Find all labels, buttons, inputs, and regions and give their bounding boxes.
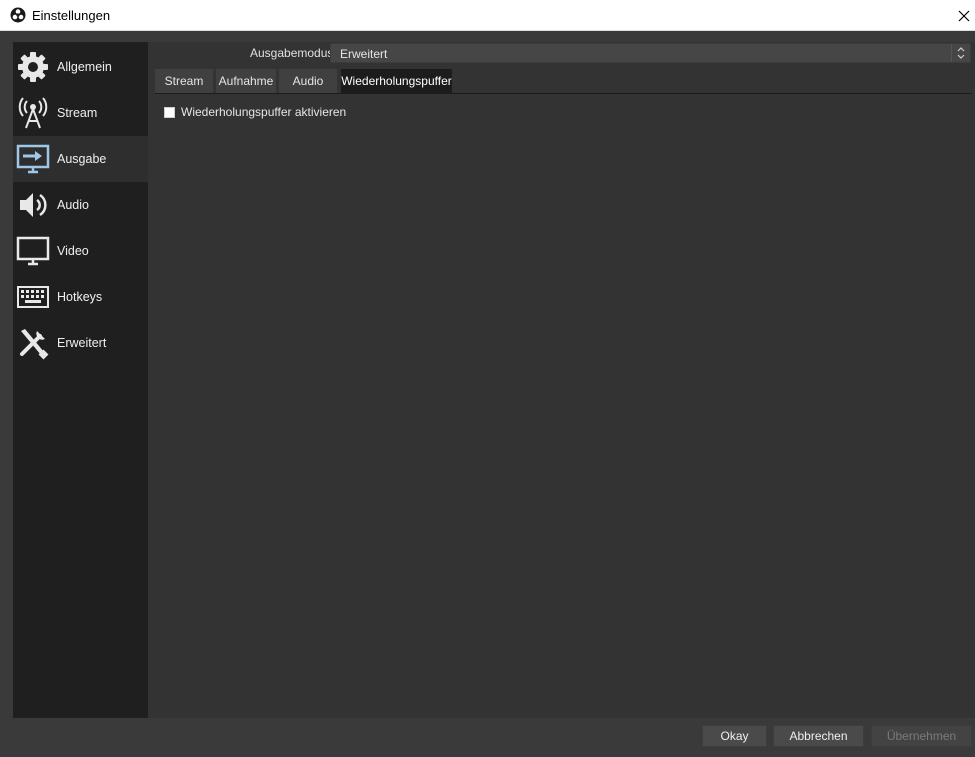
settings-sidebar: Allgemein Stream Ausgabe Audio Video Hot… <box>13 42 148 718</box>
sidebar-item-audio[interactable]: Audio <box>13 182 148 228</box>
gear-icon <box>15 49 51 85</box>
sidebar-item-label: Video <box>57 244 89 258</box>
keyboard-icon <box>15 279 51 315</box>
output-monitor-icon <box>15 141 51 177</box>
updown-chevron-icon <box>951 44 970 62</box>
sidebar-item-label: Ausgabe <box>57 152 107 166</box>
sidebar-item-label: Audio <box>57 198 89 212</box>
replay-buffer-checkbox[interactable] <box>164 106 175 118</box>
tab-divider <box>155 93 972 94</box>
sidebar-item-hotkeys[interactable]: Hotkeys <box>13 274 148 320</box>
tab-stream[interactable]: Stream <box>155 69 213 93</box>
obs-logo-icon <box>10 7 26 23</box>
replay-buffer-checkbox-label[interactable]: Wiederholungspuffer aktivieren <box>181 105 346 119</box>
sidebar-item-video[interactable]: Video <box>13 228 148 274</box>
broadcast-tower-icon <box>15 95 51 131</box>
tab-replay-buffer[interactable]: Wiederholungspuffer <box>341 69 452 93</box>
output-settings-panel: Ausgabemodus Erweitert Stream Aufnahme A… <box>148 42 975 718</box>
output-mode-select[interactable]: Erweitert <box>330 43 971 63</box>
sidebar-item-general[interactable]: Allgemein <box>13 44 148 90</box>
close-icon <box>958 10 970 21</box>
sidebar-item-label: Erweitert <box>57 336 107 350</box>
tab-audio[interactable]: Audio <box>279 69 337 93</box>
sidebar-item-label: Stream <box>57 106 98 120</box>
monitor-icon <box>15 233 51 269</box>
output-mode-value: Erweitert <box>340 47 388 61</box>
window-title: Einstellungen <box>32 8 111 23</box>
sidebar-item-label: Allgemein <box>57 60 112 74</box>
title-bar: Einstellungen <box>0 0 975 31</box>
sidebar-item-output[interactable]: Ausgabe <box>13 136 148 182</box>
tab-recording[interactable]: Aufnahme <box>216 69 276 93</box>
sidebar-item-advanced[interactable]: Erweitert <box>13 320 148 366</box>
replay-buffer-option: Wiederholungspuffer aktivieren <box>164 105 346 119</box>
ok-button[interactable]: Okay <box>702 725 767 747</box>
output-mode-label: Ausgabemodus <box>250 46 334 60</box>
sidebar-item-label: Hotkeys <box>57 290 103 304</box>
speaker-icon <box>15 187 51 223</box>
sidebar-item-stream[interactable]: Stream <box>13 90 148 136</box>
cancel-button[interactable]: Abbrechen <box>773 725 864 747</box>
close-button[interactable] <box>953 0 975 31</box>
tools-icon <box>15 325 51 361</box>
apply-button[interactable]: Übernehmen <box>871 725 972 747</box>
